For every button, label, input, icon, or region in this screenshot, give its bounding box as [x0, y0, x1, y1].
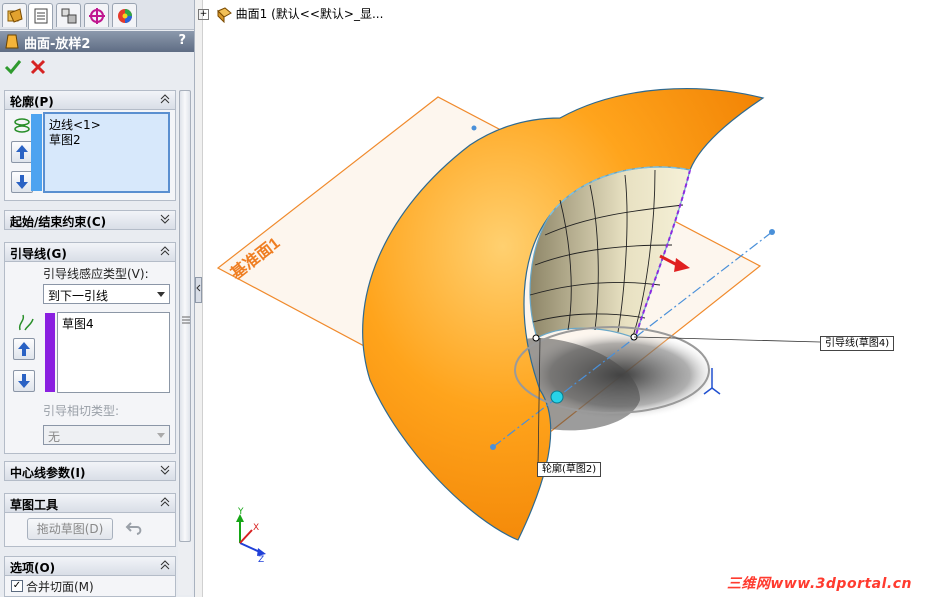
- guide-curves-group: 引导线(G) 引导线感应类型(V): 到下一引线 草图4 引导相切类型: 无: [4, 242, 176, 454]
- profile-move-up-button[interactable]: [11, 141, 33, 163]
- property-manager-header: 曲面-放样2 ?: [0, 31, 194, 52]
- grip-lines-icon: [182, 316, 190, 324]
- svg-text:Y: Y: [237, 507, 244, 517]
- profile-icon: [14, 118, 30, 133]
- arrow-up-icon: [18, 342, 30, 356]
- merge-tangent-faces-label: 合并切面(M): [26, 580, 94, 594]
- cancel-x-icon[interactable]: [29, 58, 47, 76]
- guide-curve-list[interactable]: 草图4: [45, 312, 170, 393]
- profile-connector-point[interactable]: [550, 390, 564, 404]
- svg-text:Z: Z: [258, 555, 264, 565]
- watermark-text: 三维网www.3dportal.cn: [726, 576, 912, 592]
- guide-curve-icon: [18, 314, 34, 331]
- guide-move-down-button[interactable]: [13, 370, 35, 392]
- guide-callout[interactable]: 引导线(草图4): [820, 336, 895, 351]
- influence-type-value: 到下一引线: [48, 289, 109, 303]
- collapse-chevron-icon[interactable]: [160, 497, 170, 507]
- expand-chevron-icon[interactable]: [160, 465, 170, 475]
- list-item[interactable]: 草图2: [49, 131, 81, 148]
- centerline-group-header[interactable]: 中心线参数(I): [5, 462, 175, 480]
- collapse-chevron-icon[interactable]: [160, 246, 170, 256]
- start-end-group-header[interactable]: 起始/结束约束(C): [5, 211, 175, 229]
- arrow-down-icon: [16, 175, 28, 189]
- sketch-point: [471, 125, 477, 131]
- property-manager-tab[interactable]: [28, 3, 53, 29]
- options-group-title: 选项(O): [10, 561, 56, 575]
- profile-list[interactable]: 边线<1> 草图2: [31, 112, 170, 193]
- options-group: 选项(O) ✓ 合并切面(M): [4, 556, 176, 597]
- arrow-down-icon: [18, 374, 30, 388]
- guide-group-header[interactable]: 引导线(G): [5, 243, 175, 262]
- guide-color-bar: [45, 313, 55, 392]
- crosshair-icon: [89, 8, 105, 24]
- sketch-tools-group: 草图工具 拖动草图(D): [4, 493, 176, 547]
- coordinate-triad: Y X Z: [236, 507, 266, 565]
- axis-endpoint: [769, 229, 775, 235]
- sketch-tools-group-title: 草图工具: [10, 498, 59, 512]
- undo-icon[interactable]: [125, 519, 145, 537]
- sketch-tools-group-header[interactable]: 草图工具: [5, 494, 175, 513]
- profile-color-bar: [31, 114, 42, 191]
- splitter-collapse-handle[interactable]: [195, 277, 202, 303]
- svg-text:X: X: [253, 523, 259, 533]
- dimxpert-tab[interactable]: [84, 3, 109, 27]
- ok-check-icon[interactable]: [4, 58, 22, 76]
- profile-group: 轮廓(P) 边线<1> 草图2: [4, 90, 176, 201]
- arrow-up-icon: [16, 145, 28, 159]
- expand-chevron-icon[interactable]: [160, 214, 170, 224]
- list-item[interactable]: 草图4: [62, 315, 94, 332]
- axis-endpoint: [490, 444, 496, 450]
- start-end-group-title: 起始/结束约束(C): [10, 215, 107, 229]
- configuration-manager-tab[interactable]: [56, 3, 81, 27]
- appearance-tab[interactable]: [112, 3, 137, 27]
- profile-group-header[interactable]: 轮廓(P): [5, 91, 175, 110]
- tangency-type-select[interactable]: 无: [43, 425, 170, 445]
- sketch-point[interactable]: [532, 334, 540, 342]
- profile-move-down-button[interactable]: [11, 171, 33, 193]
- collapse-chevron-icon[interactable]: [160, 560, 170, 570]
- appearance-ball-icon: [118, 9, 132, 23]
- options-group-header[interactable]: 选项(O): [5, 557, 175, 576]
- property-manager-title: 曲面-放样2: [24, 37, 91, 52]
- property-sheet-icon: [34, 8, 48, 24]
- centerline-group-title: 中心线参数(I): [10, 466, 86, 480]
- scrollbar-thumb[interactable]: [179, 90, 191, 542]
- profile-callout[interactable]: 轮廓(草图2): [537, 462, 602, 477]
- configuration-icon: [61, 8, 77, 24]
- profile-group-title: 轮廓(P): [10, 95, 54, 109]
- property-manager-panel: 曲面-放样2 ? 轮廓(P) 边线<1> 草图2 起始/结束约束(C) 引导线(…: [0, 0, 195, 597]
- chevron-left-icon: [196, 284, 201, 292]
- dropdown-arrow-icon: [157, 292, 165, 297]
- start-end-constraints-group[interactable]: 起始/结束约束(C): [4, 210, 176, 230]
- manager-tab-strip: [0, 0, 194, 30]
- influence-type-select[interactable]: 到下一引线: [43, 284, 170, 304]
- drag-sketch-button[interactable]: 拖动草图(D): [27, 518, 113, 540]
- guide-group-title: 引导线(G): [10, 247, 67, 261]
- tangency-type-value: 无: [48, 430, 61, 444]
- centerline-parameters-group[interactable]: 中心线参数(I): [4, 461, 176, 481]
- panel-scrollbar[interactable]: [178, 90, 192, 595]
- feature-manager-tab[interactable]: [2, 3, 27, 27]
- guide-move-up-button[interactable]: [13, 338, 35, 360]
- panel-splitter[interactable]: [195, 0, 203, 597]
- graphics-viewport[interactable]: 基准面1 Y X Z: [203, 0, 930, 597]
- loft-surface-icon: [5, 34, 19, 53]
- dropdown-arrow-icon: [157, 433, 165, 438]
- tangency-type-label: 引导相切类型:: [43, 404, 120, 418]
- collapse-chevron-icon[interactable]: [160, 94, 170, 104]
- merge-tangent-faces-checkbox[interactable]: ✓: [11, 580, 23, 592]
- feature-tree-icon: [7, 8, 23, 23]
- influence-type-label: 引导线感应类型(V):: [43, 267, 149, 281]
- help-button[interactable]: ?: [178, 33, 186, 48]
